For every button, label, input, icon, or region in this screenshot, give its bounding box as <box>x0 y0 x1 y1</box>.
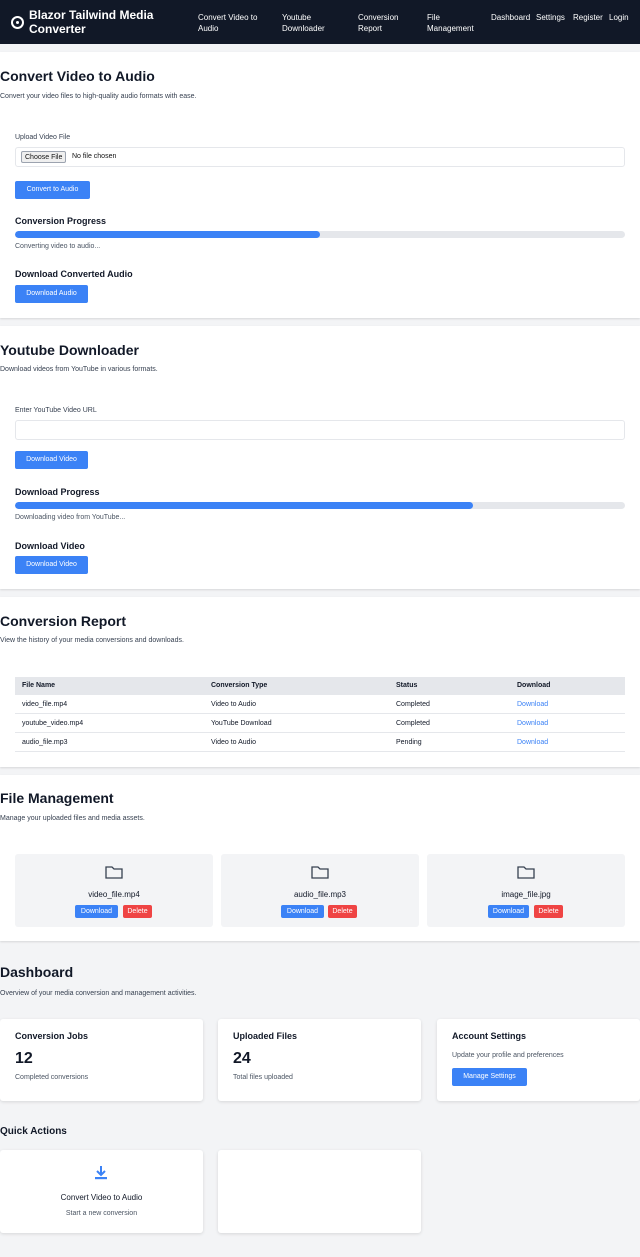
download-link[interactable]: Download <box>517 720 548 727</box>
section-title: Youtube Downloader <box>0 342 139 358</box>
section-description: Manage your uploaded files and media ass… <box>0 815 145 822</box>
table-row: youtube_video.mp4 YouTube Download Compl… <box>15 714 625 733</box>
download-progress-title: Download Progress <box>15 487 100 497</box>
quick-action-subtitle: Start a new conversion <box>65 1210 138 1217</box>
manage-settings-button[interactable]: Manage Settings <box>452 1068 527 1086</box>
file-delete-button[interactable]: Delete <box>534 905 563 918</box>
download-progress-bar <box>15 502 625 509</box>
cell-type: YouTube Download <box>211 720 272 727</box>
nav-link-login[interactable]: Login <box>609 12 629 23</box>
column-header: File Name <box>22 682 56 689</box>
quick-action-empty[interactable] <box>218 1150 421 1233</box>
download-progress-text: Downloading video from YouTube... <box>15 514 126 521</box>
download-icon <box>95 1166 107 1180</box>
url-label: Enter YouTube Video URL <box>15 407 97 414</box>
conversion-progress-bar <box>15 231 625 238</box>
folder-icon <box>311 866 329 879</box>
cell-status: Completed <box>396 720 430 727</box>
file-download-button[interactable]: Download <box>488 905 529 918</box>
column-header: Status <box>396 682 418 689</box>
nav-link-dashboard[interactable]: Dashboard <box>491 12 530 23</box>
file-delete-button[interactable]: Delete <box>328 905 357 918</box>
card-value: 24 <box>233 1050 251 1067</box>
card-title: Account Settings <box>452 1031 527 1041</box>
quick-actions-title: Quick Actions <box>0 1126 67 1137</box>
brand-title[interactable]: Blazor Tailwind Media Converter <box>29 8 169 36</box>
conversion-progress-fill <box>15 231 320 238</box>
download-video-button[interactable]: Download Video <box>15 451 88 469</box>
file-download-button[interactable]: Download <box>75 905 118 918</box>
cell-type: Video to Audio <box>211 739 257 746</box>
file-status-text: No file chosen <box>72 153 117 160</box>
cell-file: youtube_video.mp4 <box>22 720 84 727</box>
nav-link-convert[interactable]: Convert Video to Audio <box>198 12 270 34</box>
file-name: audio_file.mp3 <box>293 890 347 899</box>
download-progress-fill <box>15 502 473 509</box>
youtube-url-input[interactable] <box>15 420 625 440</box>
cell-status: Pending <box>396 739 422 746</box>
download-video-title: Download Video <box>15 541 85 551</box>
download-video-button-2[interactable]: Download Video <box>15 556 88 574</box>
download-audio-title: Download Converted Audio <box>15 269 133 279</box>
disc-icon <box>11 16 24 29</box>
nav-link-files[interactable]: File Management <box>427 12 482 34</box>
conversion-progress-title: Conversion Progress <box>15 216 107 226</box>
section-description: View the history of your media conversio… <box>0 637 184 644</box>
upload-label: Upload Video File <box>15 134 71 141</box>
download-audio-button[interactable]: Download Audio <box>15 285 88 303</box>
download-link[interactable]: Download <box>517 701 548 708</box>
youtube-section: Youtube Downloader Download videos from … <box>0 326 640 589</box>
section-title: Conversion Report <box>0 613 127 629</box>
conversion-progress-text: Converting video to audio... <box>15 243 101 250</box>
card-subtitle: Completed conversions <box>15 1074 89 1081</box>
quick-action-convert[interactable]: Convert Video to Audio Start a new conve… <box>0 1150 203 1233</box>
section-title: Convert Video to Audio <box>0 68 155 84</box>
file-card: audio_file.mp3 Download Delete <box>221 854 419 927</box>
cell-file: audio_file.mp3 <box>22 739 68 746</box>
card-value: 12 <box>15 1050 33 1067</box>
cell-type: Video to Audio <box>211 701 257 708</box>
column-header: Download <box>517 682 551 689</box>
convert-to-audio-button[interactable]: Convert to Audio <box>15 181 90 199</box>
file-upload-field[interactable]: Choose File No file chosen <box>15 147 625 167</box>
table-row: audio_file.mp3 Video to Audio Pending Do… <box>15 733 625 752</box>
account-settings-card: Account Settings Update your profile and… <box>437 1019 640 1101</box>
file-card: image_file.jpg Download Delete <box>427 854 625 927</box>
file-card: video_file.mp4 Download Delete <box>15 854 213 927</box>
convert-section: Convert Video to Audio Convert your vide… <box>0 52 640 318</box>
section-title: File Management <box>0 790 114 806</box>
folder-icon <box>517 866 535 879</box>
column-header: Conversion Type <box>211 682 268 689</box>
folder-icon <box>105 866 123 879</box>
nav-link-youtube[interactable]: Youtube Downloader <box>282 12 337 34</box>
dashboard-description: Overview of your media conversion and ma… <box>0 990 197 997</box>
report-table-header: File Name Conversion Type Status Downloa… <box>15 677 625 695</box>
file-download-button[interactable]: Download <box>281 905 324 918</box>
download-link[interactable]: Download <box>517 739 548 746</box>
nav-link-register[interactable]: Register <box>573 12 603 23</box>
card-title: Uploaded Files <box>233 1031 298 1041</box>
choose-file-button[interactable]: Choose File <box>21 151 67 163</box>
conversion-jobs-card: Conversion Jobs 12 Completed conversions <box>0 1019 203 1101</box>
nav-link-settings[interactable]: Settings <box>536 12 565 23</box>
quick-action-title: Convert Video to Audio <box>60 1193 143 1202</box>
card-subtitle: Update your profile and preferences <box>452 1052 564 1059</box>
file-name: image_file.jpg <box>501 890 551 899</box>
top-navbar: Blazor Tailwind Media Converter Convert … <box>0 0 640 44</box>
dashboard-title: Dashboard <box>0 964 74 980</box>
nav-link-report[interactable]: Conversion Report <box>358 12 408 34</box>
cell-status: Completed <box>396 701 430 708</box>
table-row: video_file.mp4 Video to Audio Completed … <box>15 695 625 714</box>
cell-file: video_file.mp4 <box>22 701 68 708</box>
section-description: Convert your video files to high-quality… <box>0 93 197 100</box>
card-title: Conversion Jobs <box>15 1031 89 1041</box>
file-name: video_file.mp4 <box>88 890 140 899</box>
card-subtitle: Total files uploaded <box>233 1074 293 1081</box>
section-description: Download videos from YouTube in various … <box>0 366 158 373</box>
file-delete-button[interactable]: Delete <box>123 905 152 918</box>
uploaded-files-card: Uploaded Files 24 Total files uploaded <box>218 1019 421 1101</box>
